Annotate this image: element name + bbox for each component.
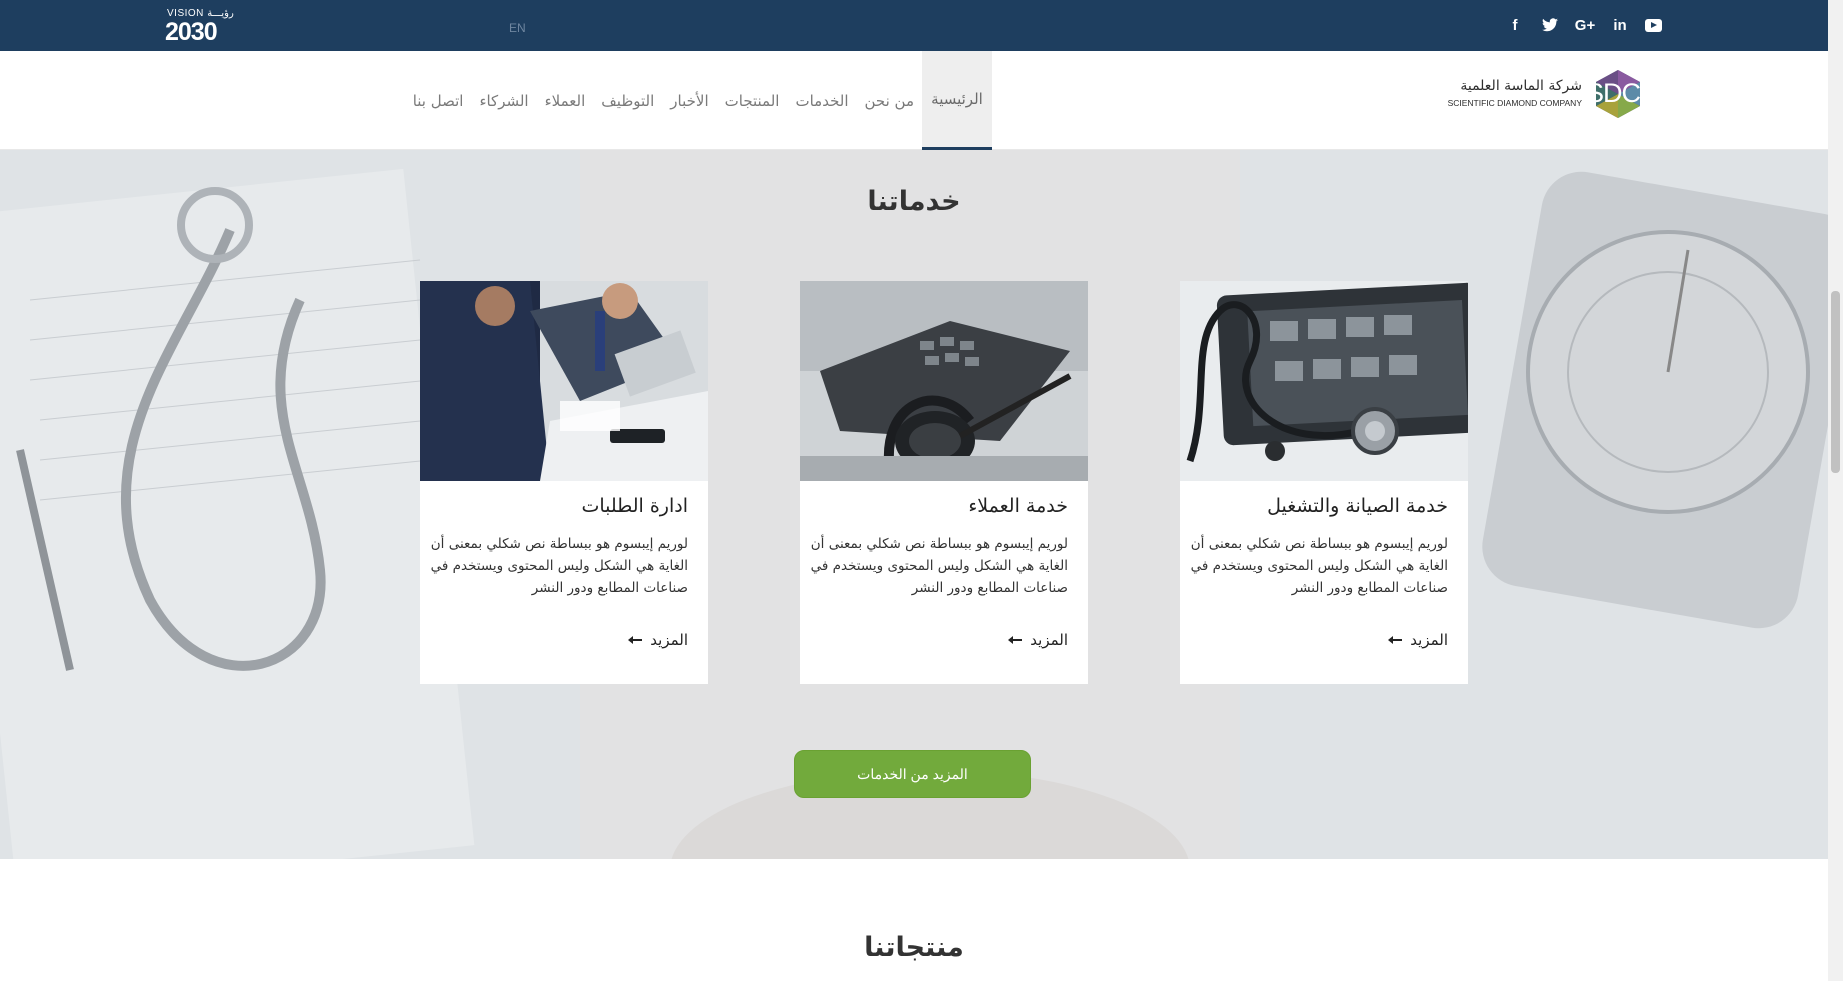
nav-item-contact[interactable]: اتصل بنا (405, 51, 472, 150)
social-links: f G+ in (1505, 14, 1662, 36)
nav-item-home[interactable]: الرئيسية (922, 51, 992, 150)
service-more-link[interactable]: المزيد (628, 631, 688, 649)
service-image-headset (800, 281, 1088, 481)
linkedin-icon[interactable]: in (1610, 14, 1630, 36)
company-logo[interactable]: شركة الماسة العلمية SCIENTIFIC DIAMOND C… (1432, 68, 1644, 120)
nav-item-products[interactable]: المنتجات (717, 51, 788, 150)
logo-english-name: SCIENTIFIC DIAMOND COMPANY (1447, 98, 1582, 108)
service-description: لوريم إيبسوم هو ببساطة نص شكلي بمعنى أن … (1190, 536, 1448, 596)
youtube-icon[interactable] (1645, 19, 1662, 32)
facebook-icon[interactable]: f (1505, 14, 1525, 36)
nav-item-about[interactable]: من نحن (857, 51, 923, 150)
main-menu: الرئيسية من نحن الخدمات المنتجات الأخبار… (405, 51, 992, 150)
more-services-button[interactable]: المزيد من الخدمات (794, 750, 1031, 798)
more-label: المزيد (1030, 631, 1068, 649)
scrollbar-thumb[interactable] (1831, 291, 1840, 473)
service-image-stethoscope (1180, 281, 1468, 481)
arrow-left-icon (1388, 635, 1403, 645)
google-plus-icon[interactable]: G+ (1575, 14, 1595, 36)
service-title: خدمة العملاء (968, 495, 1068, 517)
service-card: خدمة العملاء لوريم إيبسوم هو ببساطة نص ش… (800, 281, 1088, 684)
service-more-link[interactable]: المزيد (1008, 631, 1068, 649)
service-card: ادارة الطلبات لوريم إيبسوم هو ببساطة نص … (420, 281, 708, 684)
products-title: منتجاتنا (864, 932, 964, 963)
nav-item-services[interactable]: الخدمات (787, 51, 856, 150)
vision-2030-logo: VISION رؤيـــة 2030 (165, 7, 243, 46)
more-label: المزيد (650, 631, 688, 649)
arrow-left-icon (628, 635, 643, 645)
services-section: خدماتنا خدمة الصيانة والتشغيل لوريم إيبس… (0, 150, 1828, 859)
service-more-link[interactable]: المزيد (1388, 631, 1448, 649)
logo-mark: SDC (1585, 78, 1641, 108)
twitter-icon[interactable] (1540, 14, 1560, 36)
nav-item-partners[interactable]: الشركاء (471, 51, 536, 150)
service-image-meeting (420, 281, 708, 481)
service-card: خدمة الصيانة والتشغيل لوريم إيبسوم هو بب… (1180, 281, 1468, 684)
logo-arabic-name: شركة الماسة العلمية (1460, 78, 1582, 94)
nav-item-news[interactable]: الأخبار (662, 51, 716, 150)
language-switch[interactable]: EN (509, 21, 526, 35)
more-label: المزيد (1410, 631, 1448, 649)
page-scrollbar[interactable] (1828, 0, 1843, 981)
services-title: خدماتنا (867, 186, 961, 217)
arrow-left-icon (1008, 635, 1023, 645)
nav-item-clients[interactable]: العملاء (537, 51, 594, 150)
service-title: ادارة الطلبات (581, 495, 688, 517)
service-description: لوريم إيبسوم هو ببساطة نص شكلي بمعنى أن … (430, 536, 688, 596)
service-description: لوريم إيبسوم هو ببساطة نص شكلي بمعنى أن … (810, 536, 1068, 596)
vision-year: 2030 (165, 18, 218, 46)
top-bar: VISION رؤيـــة 2030 EN f G+ in (0, 0, 1828, 51)
service-title: خدمة الصيانة والتشغيل (1267, 495, 1448, 517)
nav-item-careers[interactable]: التوظيف (593, 51, 662, 150)
